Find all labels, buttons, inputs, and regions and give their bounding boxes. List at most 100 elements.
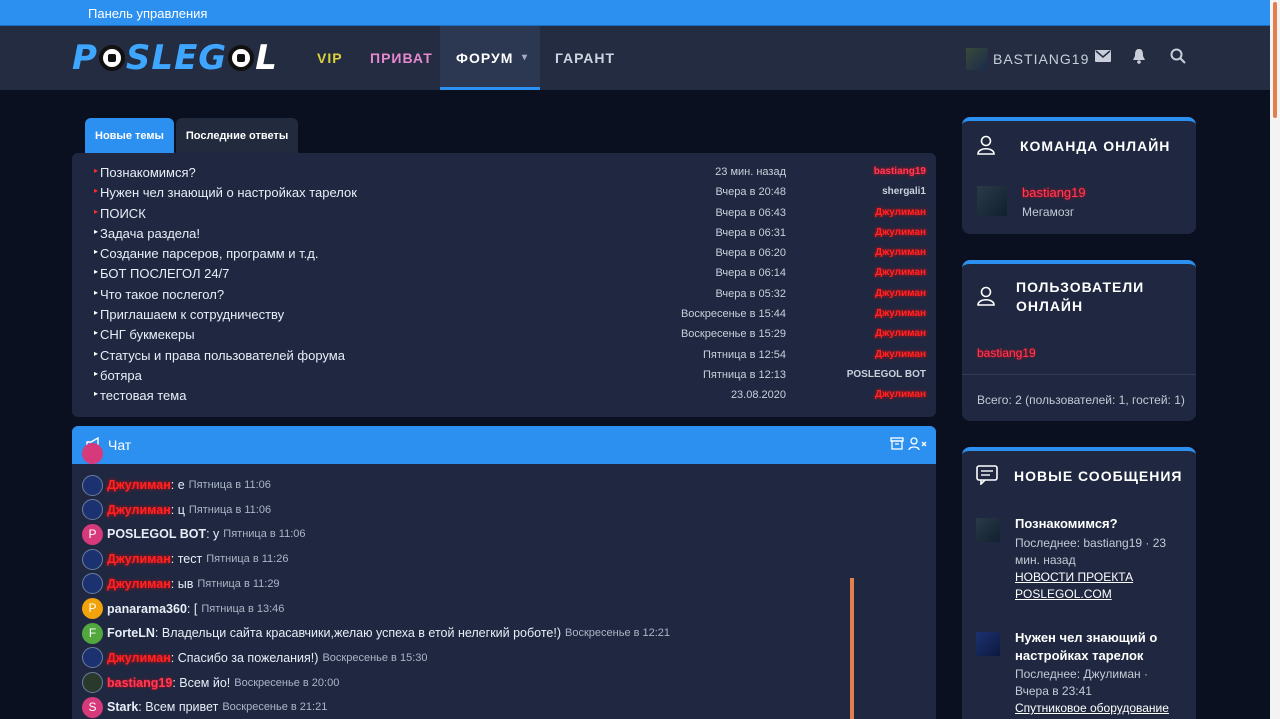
thread-date: Вчера в 06:20 [715, 247, 786, 260]
chat-username[interactable]: bastiang19 [107, 676, 172, 690]
thread-author[interactable]: Джулиман [875, 389, 926, 400]
online-user-name[interactable]: bastiang19 [977, 346, 1036, 360]
thread-row[interactable]: ботяра Пятница в 12:13 POSLEGOL BOT [72, 366, 936, 386]
new-message-item[interactable]: Нужен чел знающий о настройках тарелок П… [1015, 629, 1190, 717]
thread-row[interactable]: Нужен чел знающий о настройках тарелок Вч… [72, 183, 936, 203]
site-logo[interactable]: P SLEG L [72, 38, 278, 78]
nav-vip[interactable]: VIP [317, 26, 343, 90]
avatar[interactable] [976, 518, 1000, 542]
new-message-item[interactable]: Познакомимся? Последнее: bastiang19 · 23… [1015, 515, 1185, 603]
thread-row[interactable]: БОТ ПОСЛЕГОЛ 24/7 Вчера в 06:14 Джулиман [72, 264, 936, 284]
thread-title[interactable]: ботяра [94, 368, 142, 383]
new-message-title[interactable]: настройках тарелок [1015, 647, 1190, 665]
thread-row[interactable]: СНГ букмекеры Воскресенье в 15:29 Джулиман [72, 325, 936, 345]
new-message-forum-link[interactable]: POSLEGOL.COM [1015, 586, 1185, 603]
thread-row[interactable]: Создание парсеров, программ и т.д. Вчера … [72, 244, 936, 264]
chevron-down-icon[interactable]: ▾ [522, 26, 528, 90]
tab-latest-replies[interactable]: Последние ответы [175, 118, 299, 154]
thread-author[interactable]: Джулиман [875, 207, 926, 218]
chat-text: : Всем привет [138, 700, 219, 715]
user-menu[interactable]: BASTIANG19 [966, 48, 1089, 70]
thread-author[interactable]: Джулиман [875, 247, 926, 258]
avatar[interactable]: S [82, 696, 103, 718]
chat-scrollbar[interactable] [850, 578, 854, 719]
thread-author[interactable]: bastiang19 [874, 166, 926, 177]
new-message-forum-link[interactable]: НОВОСТИ ПРОЕКТА [1015, 569, 1185, 586]
thread-row[interactable]: Задача раздела! Вчера в 06:31 Джулиман [72, 224, 936, 244]
thread-author[interactable]: POSLEGOL BOT [847, 369, 926, 380]
chat-username[interactable]: Stark [107, 700, 138, 714]
avatar[interactable]: P [82, 523, 103, 545]
thread-date: Вчера в 05:32 [715, 287, 786, 300]
thread-title[interactable]: Приглашаем к сотрудничеству [94, 307, 284, 322]
thread-row[interactable]: тестовая тема 23.08.2020 Джулиман [72, 386, 936, 406]
thread-row[interactable]: Приглашаем к сотрудничеству Воскресенье в… [72, 305, 936, 325]
thread-title[interactable]: БОТ ПОСЛЕГОЛ 24/7 [94, 266, 229, 281]
chat-username[interactable]: panarama360 [107, 602, 187, 616]
thread-row[interactable]: Познакомимся? 23 мин. назад bastiang19 [72, 163, 936, 183]
team-member-name[interactable]: bastiang19 [1022, 185, 1086, 200]
thread-author[interactable]: Джулиман [875, 328, 926, 339]
thread-author[interactable]: Джулиман [875, 349, 926, 360]
chat-message: bastiang19: Всем йо! Воскресенье в 20:00 [82, 672, 339, 694]
scrollbar-thumb[interactable] [1273, 2, 1277, 118]
search-icon[interactable] [1168, 48, 1188, 68]
mail-icon[interactable] [1093, 48, 1113, 68]
thread-title[interactable]: Познакомимся? [94, 165, 196, 180]
chat-text: : ыв [170, 576, 194, 591]
avatar[interactable] [977, 186, 1007, 216]
chat-messages[interactable]: Джулиман: е Пятница в 11:06 Джулиман: ц Пят… [72, 442, 936, 719]
thread-title[interactable]: СНГ букмекеры [94, 327, 195, 342]
archive-icon[interactable] [890, 437, 904, 453]
chat-username[interactable]: ForteLN [107, 626, 155, 640]
thread-row[interactable]: Что такое послегол? Вчера в 05:32 Джулиман [72, 285, 936, 305]
chat-username[interactable]: Джулиман [107, 503, 171, 517]
thread-title[interactable]: тестовая тема [94, 388, 186, 403]
chat-text: : ц [170, 502, 185, 517]
bell-icon[interactable] [1129, 48, 1149, 68]
thread-author[interactable]: Джулиман [875, 227, 926, 238]
thread-title[interactable]: Статусы и права пользователей форума [94, 348, 345, 363]
thread-title[interactable]: Создание парсеров, программ и т.д. [94, 246, 318, 261]
avatar[interactable] [82, 474, 103, 496]
thread-author[interactable]: shergali1 [882, 186, 926, 197]
avatar[interactable] [82, 548, 103, 570]
chat-username[interactable]: Джулиман [107, 552, 171, 566]
new-message-title[interactable]: Нужен чел знающий о [1015, 629, 1190, 647]
thread-row[interactable]: Статусы и права пользователей форума Пятн… [72, 346, 936, 366]
logo-letter-l: L [255, 38, 278, 78]
nav-garant[interactable]: ГАРАНТ [555, 26, 615, 90]
thread-title[interactable]: Задача раздела! [94, 226, 200, 241]
nav-forum[interactable]: ФОРУМ ▾ [440, 26, 540, 90]
user-remove-icon[interactable] [908, 437, 928, 454]
thread-title[interactable]: ПОИСК [94, 206, 146, 221]
page-scrollbar[interactable] [1270, 0, 1280, 719]
thread-author[interactable]: Джулиман [875, 288, 926, 299]
thread-title[interactable]: Нужен чел знающий о настройках тарелок [94, 185, 357, 200]
avatar[interactable] [976, 632, 1000, 656]
avatar[interactable] [82, 647, 103, 669]
new-message-last: Последнее: Джулиман · [1015, 667, 1148, 681]
avatar[interactable] [82, 499, 103, 521]
new-message-last-time: мин. назад [1015, 553, 1076, 567]
avatar[interactable]: F [82, 622, 103, 644]
chat-username[interactable]: Джулиман [107, 651, 171, 665]
new-message-title[interactable]: Познакомимся? [1015, 515, 1185, 533]
thread-title[interactable]: Что такое послегол? [94, 287, 224, 302]
new-message-forum-link[interactable]: Спутниковое оборудование [1015, 700, 1190, 717]
chat-username[interactable]: Джулиман [107, 577, 171, 591]
chat-username[interactable]: Джулиман [107, 478, 171, 492]
chat-username[interactable]: POSLEGOL BOT [107, 527, 206, 541]
tab-new-topics[interactable]: Новые темы [85, 118, 174, 154]
thread-author[interactable]: Джулиман [875, 267, 926, 278]
chat-bubble-icon [976, 465, 1000, 490]
avatar[interactable] [82, 573, 103, 595]
avatar[interactable] [82, 672, 103, 694]
chat-time: Пятница в 11:06 [188, 503, 272, 516]
avatar[interactable]: P [82, 598, 103, 619]
thread-author[interactable]: Джулиман [875, 308, 926, 319]
chat-message: Джулиман: ыв Пятница в 11:29 [82, 573, 280, 595]
thread-row[interactable]: ПОИСК Вчера в 06:43 Джулиман [72, 204, 936, 224]
control-panel-link[interactable]: Панель управления [88, 6, 207, 21]
nav-private[interactable]: ПРИВАТ [370, 26, 433, 90]
